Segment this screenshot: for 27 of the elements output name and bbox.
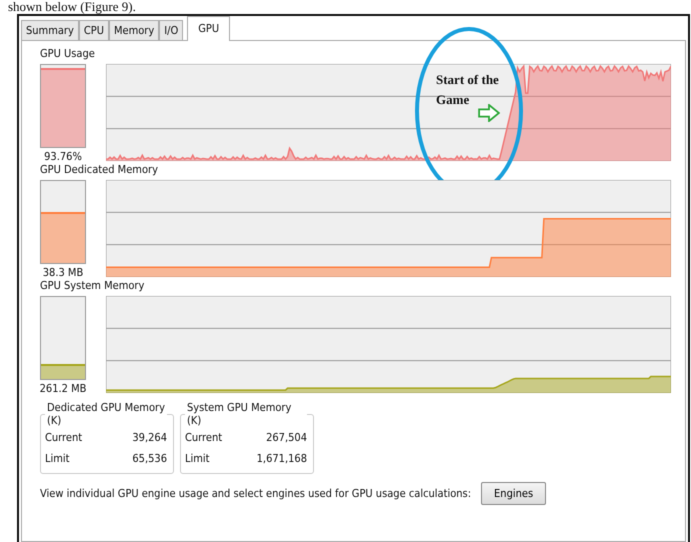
tab[interactable]: Summary	[21, 20, 79, 40]
row-label: Limit	[45, 451, 70, 467]
row-value: 65,536	[132, 451, 167, 467]
document-text: shown below (Figure 9).	[8, 0, 136, 14]
footer-text: View individual GPU engine usage and select engines used for GPU usage calculations:	[40, 487, 472, 500]
tab[interactable]: Memory	[108, 20, 160, 40]
group-title: Dedicated GPU Memory (K)	[46, 401, 166, 427]
section-title: GPU Usage	[40, 47, 96, 60]
arrow-icon	[478, 104, 500, 122]
row-label: Limit	[185, 451, 210, 467]
tab[interactable]: GPU	[187, 16, 230, 41]
row-value: 267,504	[266, 430, 307, 446]
tab[interactable]: CPU	[78, 20, 109, 40]
meter-reading: 93.76%	[44, 150, 82, 163]
annotation-text: Game	[436, 91, 470, 109]
meter-reading: 38.3 MB	[42, 266, 84, 279]
meter-reading: 261.2 MB	[40, 382, 86, 395]
group-title: System GPU Memory (K)	[186, 401, 292, 427]
tab[interactable]: I/O	[159, 20, 184, 40]
engines-button[interactable]: Engines	[481, 482, 546, 505]
annotation-text: Start of the	[436, 71, 499, 89]
row-value: 1,671,168	[256, 451, 307, 467]
section-title: GPU Dedicated Memory	[40, 163, 159, 176]
section-title: GPU System Memory	[40, 279, 146, 292]
row-label: Current	[185, 430, 222, 446]
row-label: Current	[45, 430, 82, 446]
row-value: 39,264	[132, 430, 167, 446]
